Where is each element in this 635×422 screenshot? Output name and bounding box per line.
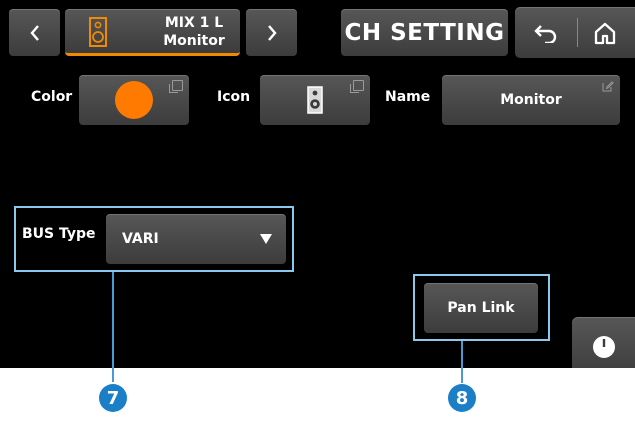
color-button[interactable] — [79, 75, 189, 125]
bus-type-highlight — [14, 206, 294, 272]
nav-group — [515, 7, 635, 58]
popup-icon — [350, 80, 364, 93]
name-value: Monitor — [500, 92, 562, 108]
home-button[interactable] — [578, 7, 635, 58]
speaker-icon — [89, 17, 107, 47]
chevron-left-icon — [29, 24, 39, 41]
callout-8-line — [461, 341, 463, 383]
name-button[interactable]: Monitor — [442, 75, 620, 125]
prev-channel-button[interactable] — [9, 9, 60, 56]
callout-7: 7 — [99, 384, 127, 412]
back-arrow-icon — [534, 24, 557, 43]
speaker-icon — [307, 86, 323, 114]
next-channel-button[interactable] — [246, 9, 297, 56]
quick-access-button[interactable] — [572, 317, 635, 368]
channel-name: MIX 1 L Monitor — [139, 14, 249, 50]
icon-button[interactable] — [260, 75, 370, 125]
channel-id: MIX 1 L — [164, 15, 224, 31]
edit-icon — [602, 81, 614, 92]
back-button[interactable] — [515, 7, 577, 58]
clock-icon — [593, 336, 615, 358]
icon-label: Icon — [217, 89, 251, 105]
color-swatch — [115, 81, 153, 119]
color-label: Color — [31, 89, 73, 105]
callout-8: 8 — [448, 384, 476, 412]
popup-icon — [169, 80, 183, 93]
page-title: CH SETTING — [341, 9, 508, 56]
channel-label: Monitor — [163, 33, 225, 49]
home-icon — [594, 22, 615, 44]
chevron-right-icon — [267, 24, 277, 41]
pan-link-highlight — [413, 274, 550, 341]
channel-select-button[interactable]: MIX 1 L Monitor — [65, 9, 240, 56]
callout-7-line — [112, 272, 114, 382]
name-label: Name — [385, 89, 431, 105]
